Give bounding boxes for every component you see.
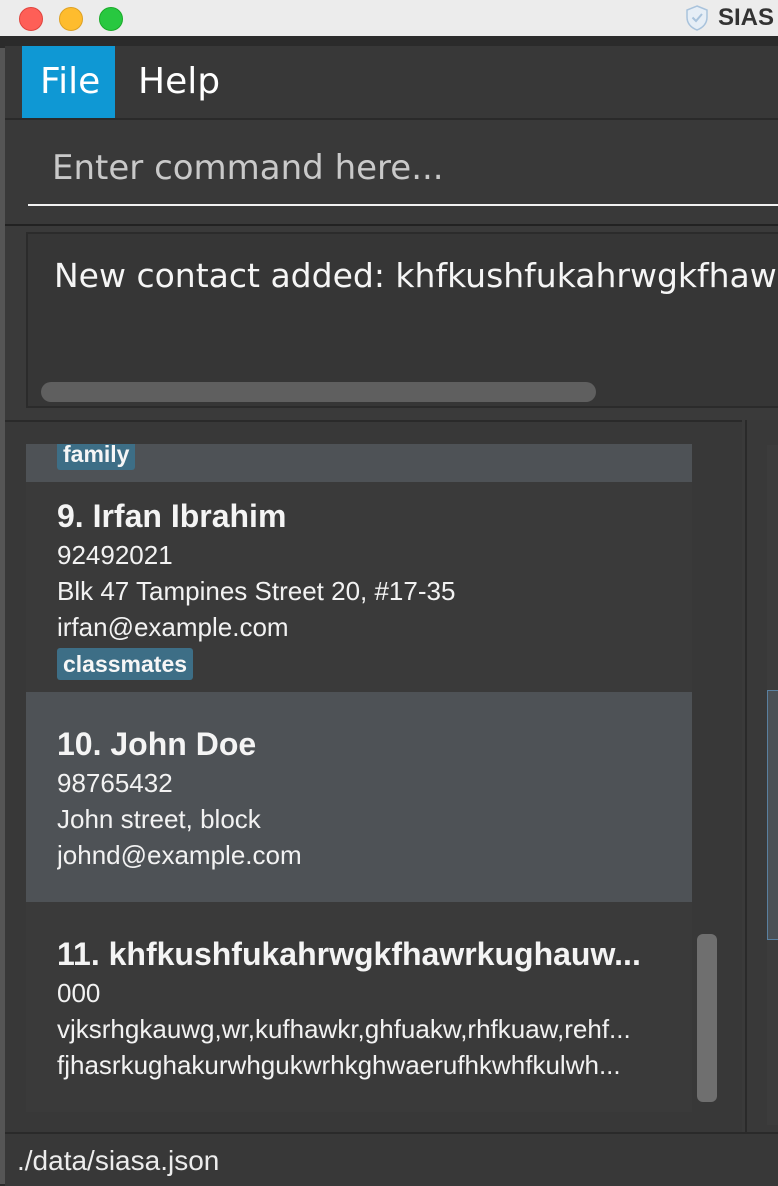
person-email: johnd@example.com xyxy=(57,840,302,870)
close-window-button[interactable] xyxy=(19,7,43,31)
person-phone: 92492021 xyxy=(57,540,173,570)
detail-highlight xyxy=(767,690,778,940)
tag-label: family xyxy=(57,444,136,470)
person-name: 11. khfkushfukahrwgkfhawrkughauw... xyxy=(57,936,641,972)
person-address: John street, block xyxy=(57,804,261,834)
minimize-window-button[interactable] xyxy=(59,7,83,31)
person-address: vjksrhgkauwg,wr,kufhawkr,ghfuakw,rhfkuaw… xyxy=(57,1014,631,1044)
status-bar: ./data/siasa.json xyxy=(5,1132,778,1186)
list-item[interactable]: 10. John Doe 98765432 John street, block… xyxy=(26,692,692,902)
result-display: New contact added: khfkushfukahrwgkfhawr… xyxy=(26,232,778,408)
list-item[interactable]: family xyxy=(26,444,692,482)
tag-label: classmates xyxy=(57,648,194,680)
list-item[interactable]: 11. khfkushfukahrwgkfhawrkughauw... 000 … xyxy=(26,902,692,1112)
person-name: 10. John Doe xyxy=(57,726,257,762)
person-name: 9. Irfan Ibrahim xyxy=(57,498,287,534)
menu-help[interactable]: Help xyxy=(120,46,238,118)
shield-icon xyxy=(686,5,708,31)
person-email: irfan@example.com xyxy=(57,612,289,642)
menu-bar: File Help xyxy=(5,46,778,120)
person-phone: 000 xyxy=(57,978,101,1008)
window-title: SIAS xyxy=(718,4,775,31)
maximize-window-button[interactable] xyxy=(99,7,123,31)
save-location: ./data/siasa.json xyxy=(17,1145,220,1176)
person-address: Blk 47 Tampines Street 20, #17-35 xyxy=(57,576,456,606)
person-list-panel: family 9. Irfan Ibrahim 92492021 Blk 47 … xyxy=(5,420,742,1136)
list-item[interactable]: 9. Irfan Ibrahim 92492021 Blk 47 Tampine… xyxy=(26,482,692,692)
title-bar: SIAS xyxy=(0,0,778,36)
command-box xyxy=(5,120,778,226)
command-input[interactable] xyxy=(28,132,778,206)
result-message: New contact added: khfkushfukahrwgkfhawr… xyxy=(54,256,778,295)
menu-file[interactable]: File xyxy=(22,46,115,118)
person-list: family 9. Irfan Ibrahim 92492021 Blk 47 … xyxy=(26,444,692,1112)
list-vertical-scrollbar[interactable] xyxy=(697,934,717,1102)
result-horizontal-scrollbar[interactable] xyxy=(41,382,596,402)
person-phone: 98765432 xyxy=(57,768,173,798)
detail-panel xyxy=(745,420,778,1134)
person-email: fjhasrkughakurwhgukwrhkghwaerufhkwhfkulw… xyxy=(57,1050,621,1080)
app-window: File Help New contact added: khfkushfuka… xyxy=(5,46,778,1186)
